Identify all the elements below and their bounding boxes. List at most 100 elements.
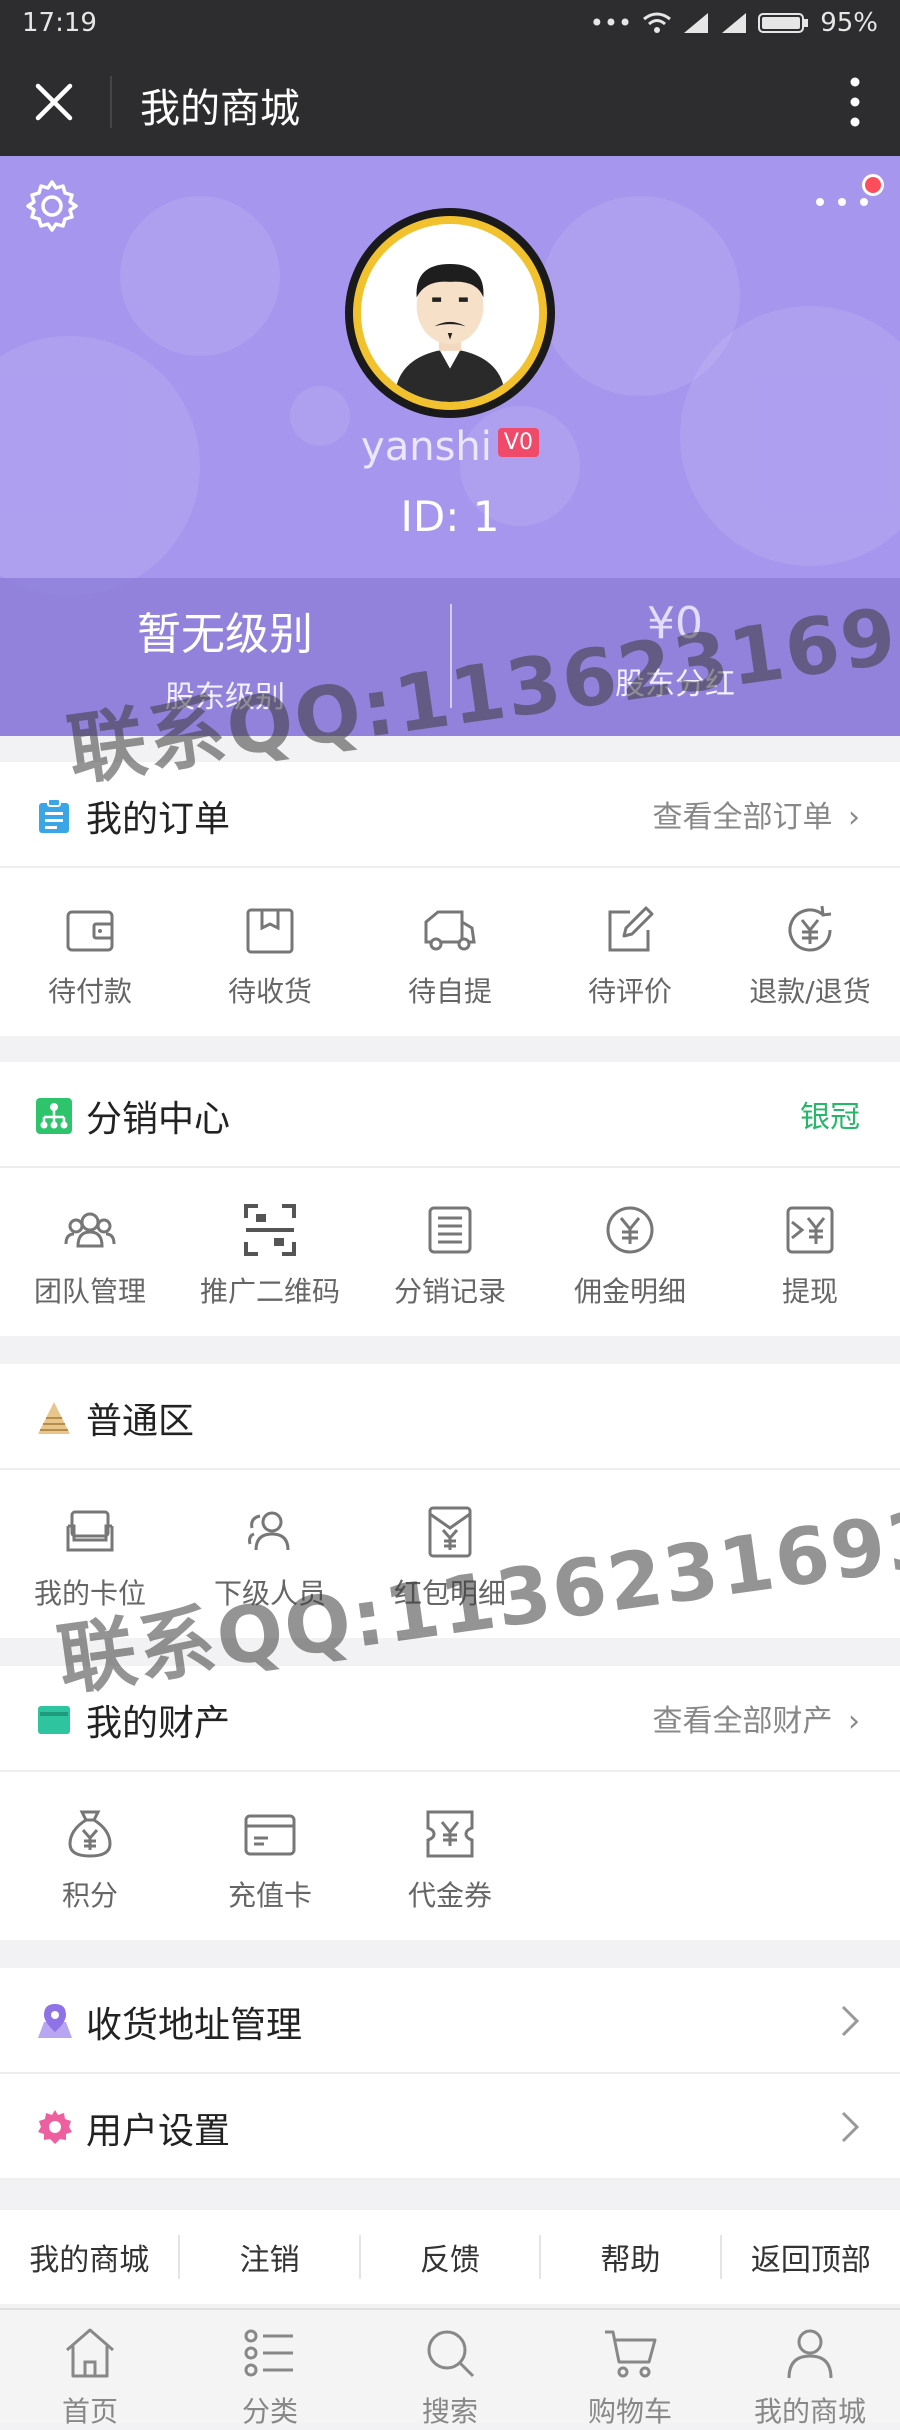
order-pending-payment[interactable]: 待付款 (0, 902, 180, 1010)
package-icon (246, 908, 294, 954)
footer-link-back-to-top[interactable]: 返回顶部 (722, 2235, 900, 2279)
distribution-header[interactable]: 分销中心 银冠 (0, 1062, 900, 1168)
edit-icon (608, 906, 654, 952)
signal-icon (722, 13, 747, 33)
footer-link-my-mall[interactable]: 我的商城 (0, 2235, 181, 2279)
tab-my-mall[interactable]: 我的商城 (720, 2310, 900, 2428)
title-bar: 我的商城 (0, 46, 900, 156)
chevron-right-icon: › (848, 800, 860, 835)
address-management-row[interactable]: 收货地址管理 (0, 1968, 900, 2074)
tab-label: 分类 (241, 2395, 298, 2428)
row-title: 用户设置 (86, 2111, 231, 2152)
tab-label: 购物车 (587, 2395, 672, 2428)
order-pending-review[interactable]: 待评价 (540, 902, 720, 1010)
team-management[interactable]: 团队管理 (0, 1202, 180, 1310)
distribution-items: 团队管理 推广二维码 分销记录 佣金明细 提现 (0, 1168, 900, 1336)
footer-link-logout[interactable]: 注销 (180, 2235, 361, 2279)
username-text: yanshi (361, 424, 492, 470)
wifi-icon (643, 12, 672, 33)
more-horizontal-icon[interactable] (814, 192, 870, 212)
order-pending-receipt[interactable]: 待收货 (180, 902, 360, 1010)
item-label: 提现 (781, 1275, 838, 1308)
vip-badge: V0 (497, 428, 539, 457)
refund-icon (788, 905, 832, 952)
battery-percent: 95% (820, 8, 878, 38)
battery-icon (758, 13, 809, 33)
cart-icon (605, 2330, 657, 2378)
distribution-section: 分销中心 银冠 团队管理 推广二维码 分销记录 佣金明细 提现 (0, 1062, 900, 1336)
order-refund[interactable]: 退款/退货 (720, 902, 900, 1010)
wallet-icon (66, 910, 114, 952)
status-time: 17:19 (22, 8, 97, 38)
distribution-records[interactable]: 分销记录 (360, 1202, 540, 1310)
item-label: 退款/退货 (749, 975, 871, 1008)
item-label: 充值卡 (227, 1879, 312, 1912)
normal-zone-header[interactable]: 普通区 (0, 1364, 900, 1470)
tab-label: 搜索 (421, 2395, 478, 2428)
tab-category[interactable]: 分类 (180, 2310, 360, 2428)
item-label: 积分 (61, 1879, 118, 1912)
user-settings-row[interactable]: 用户设置 (0, 2074, 900, 2180)
item-label: 待收货 (227, 975, 312, 1008)
footer-link-help[interactable]: 帮助 (541, 2235, 722, 2279)
withdraw[interactable]: 提现 (720, 1202, 900, 1310)
tab-label: 我的商城 (753, 2395, 866, 2428)
more-dots-icon: ••• (589, 9, 633, 37)
pyramid-icon (38, 1402, 70, 1434)
credit-card-icon (244, 1814, 296, 1856)
section-title: 分销中心 (86, 1099, 231, 1140)
item-label: 代金券 (407, 1879, 492, 1912)
item-label: 团队管理 (33, 1275, 146, 1308)
voucher[interactable]: 代金券 (360, 1806, 540, 1914)
user-group-icon (248, 1511, 290, 1551)
assets-items: 积分 充值卡 代金券 (0, 1772, 900, 1940)
commission-details[interactable]: 佣金明细 (540, 1202, 720, 1310)
section-title: 我的订单 (86, 799, 231, 840)
truck-icon (424, 910, 476, 951)
gear-icon[interactable] (24, 178, 80, 234)
coupon-icon (426, 1810, 474, 1858)
item-label: 待自提 (407, 975, 492, 1008)
item-label: 推广二维码 (199, 1275, 340, 1308)
view-all-assets-link[interactable]: 查看全部财产 › (652, 1696, 860, 1740)
category-list-icon (244, 2329, 293, 2377)
qrcode-scan-icon (244, 1204, 296, 1256)
more-vertical-icon[interactable] (840, 74, 870, 130)
link-text: 查看全部订单 (652, 800, 833, 835)
assets-section: 我的财产 查看全部财产 › 积分 充值卡 代金券 (0, 1666, 900, 1940)
status-bar: 17:19 ••• 95% (0, 0, 900, 46)
list-document-icon (428, 1206, 472, 1254)
yuan-coin-icon (606, 1206, 654, 1254)
promo-qrcode[interactable]: 推广二维码 (180, 1202, 360, 1310)
points[interactable]: 积分 (0, 1806, 180, 1914)
chevron-right-icon (841, 2005, 860, 2037)
signal-icon (684, 13, 709, 33)
avatar[interactable] (345, 208, 555, 418)
item-label: 待付款 (47, 975, 132, 1008)
view-all-orders-link[interactable]: 查看全部订单 › (652, 792, 860, 836)
chevron-right-icon (841, 2111, 860, 2143)
item-label: 待评价 (587, 975, 672, 1008)
close-icon[interactable] (30, 78, 78, 126)
footer-link-feedback[interactable]: 反馈 (361, 2235, 542, 2279)
link-text: 查看全部财产 (652, 1704, 833, 1739)
location-icon (38, 2004, 72, 2038)
tab-home[interactable]: 首页 (0, 2310, 180, 2428)
tab-cart[interactable]: 购物车 (540, 2310, 720, 2428)
clipboard-icon (39, 798, 69, 833)
orders-section: 我的订单 查看全部订单 › 待付款 待收货 待自提 待评价 退款/退货 (0, 762, 900, 1036)
tab-label: 首页 (61, 2395, 118, 2428)
search-icon (427, 2330, 475, 2378)
order-pending-pickup[interactable]: 待自提 (360, 902, 540, 1010)
settings-gear-icon (38, 2110, 72, 2144)
username: yanshi V0 (0, 424, 900, 470)
chevron-right-icon: › (848, 1704, 860, 1739)
tab-search[interactable]: 搜索 (360, 2310, 540, 2428)
withdraw-icon (786, 1206, 834, 1254)
team-icon (64, 1212, 116, 1248)
row-title: 收货地址管理 (86, 2005, 303, 2046)
settings-rows: 收货地址管理 用户设置 (0, 1968, 900, 2180)
recharge-card[interactable]: 充值卡 (180, 1806, 360, 1914)
footer-links: 我的商城 注销 反馈 帮助 返回顶部 (0, 2210, 900, 2304)
member-level: 银冠 (800, 1100, 860, 1135)
